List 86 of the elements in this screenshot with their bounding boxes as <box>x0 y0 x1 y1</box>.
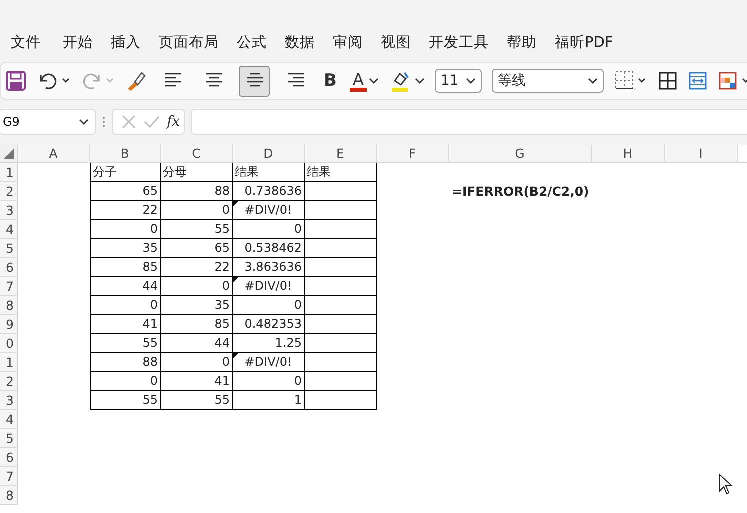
menu-tab[interactable]: 插入 <box>111 32 141 52</box>
more-icon <box>102 115 106 129</box>
table-cell: 0 <box>222 203 230 217</box>
table-cell: 22 <box>214 260 230 274</box>
table-cell: 85 <box>142 260 158 274</box>
table-cell: 0 <box>222 355 230 369</box>
menu-tab[interactable]: 视图 <box>381 32 411 52</box>
check-icon[interactable] <box>143 114 161 130</box>
column-header[interactable]: C <box>161 145 233 163</box>
merge-cells-icon[interactable] <box>688 71 708 91</box>
name-box[interactable]: G9 <box>0 109 96 135</box>
table-cell: 88 <box>214 184 230 198</box>
error-indicator-icon[interactable] <box>233 353 239 359</box>
column-header[interactable]: F <box>377 145 449 163</box>
font-size-dropdown[interactable]: 11 <box>434 69 482 93</box>
table-cell: 0 <box>294 222 302 236</box>
table-cell: 44 <box>142 279 158 293</box>
error-indicator-icon[interactable] <box>233 277 239 283</box>
table-cell: 55 <box>142 336 158 350</box>
select-all-icon[interactable] <box>3 148 15 160</box>
grid-icon[interactable] <box>658 71 678 91</box>
borders-icon[interactable] <box>614 70 648 92</box>
save-icon[interactable] <box>5 70 27 92</box>
table-cell: 85 <box>214 317 230 331</box>
caret-icon[interactable] <box>368 77 379 85</box>
table-cell: 3.863636 <box>244 260 302 274</box>
column-header[interactable]: A <box>18 145 90 163</box>
table-cell: 分母 <box>163 164 187 180</box>
table-cell: 0 <box>150 374 158 388</box>
table-cell: 结果 <box>235 164 259 180</box>
menu-tab[interactable]: 帮助 <box>507 32 537 52</box>
table-cell: 0 <box>150 298 158 312</box>
table-cell: 分子 <box>93 164 117 180</box>
table-cell: 88 <box>142 355 158 369</box>
column-header[interactable]: I <box>665 145 738 163</box>
table-cell: 0.482353 <box>244 317 302 331</box>
bold-button[interactable]: B <box>321 71 340 91</box>
table-cell: 55 <box>214 222 230 236</box>
caret-icon[interactable] <box>414 77 425 85</box>
table-cell: 65 <box>214 241 230 255</box>
table-cell: 0.538462 <box>244 241 302 255</box>
menu-tab[interactable]: 审阅 <box>333 32 363 52</box>
caret-icon <box>466 77 476 85</box>
column-header[interactable]: G <box>449 145 592 163</box>
menu-tab[interactable]: 公式 <box>237 32 267 52</box>
table-cell: 35 <box>214 298 230 312</box>
formula-text: =IFERROR(B2/C2,0) <box>452 184 590 199</box>
menu-tab[interactable]: 开始 <box>63 32 93 52</box>
table-cell: 0 <box>150 222 158 236</box>
formula-input[interactable] <box>191 109 747 135</box>
table-cell: 35 <box>142 241 158 255</box>
table-cell: 0 <box>294 374 302 388</box>
caret-icon <box>79 118 89 126</box>
table-cell: 55 <box>142 393 158 407</box>
table-cell: 41 <box>142 317 158 331</box>
align-button[interactable] <box>239 66 270 96</box>
menu-tab[interactable]: 文件 <box>11 32 41 52</box>
table-cell: 0 <box>222 279 230 293</box>
menu-tab[interactable]: 开发工具 <box>429 32 489 52</box>
column-header[interactable]: E <box>305 145 377 163</box>
table-cell: 65 <box>142 184 158 198</box>
table-cell: 0 <box>294 298 302 312</box>
column-header[interactable]: H <box>592 145 665 163</box>
font-name-dropdown[interactable]: 等线 <box>492 69 604 93</box>
column-header[interactable]: D <box>233 145 305 163</box>
menu-tab[interactable]: 福昕PDF <box>555 32 614 52</box>
table-cell: 44 <box>214 336 230 350</box>
column-header[interactable]: B <box>90 145 161 163</box>
caret-icon <box>588 77 598 85</box>
menu-tab[interactable]: 数据 <box>285 32 315 52</box>
table-cell: #DIV/0! <box>244 203 292 217</box>
table-cell: 1.25 <box>275 336 302 350</box>
table-cell: #DIV/0! <box>244 355 292 369</box>
table-cell: 41 <box>214 374 230 388</box>
table-cell: 0.738636 <box>244 184 302 198</box>
error-indicator-icon[interactable] <box>233 201 239 207</box>
insert-function-button[interactable]: fx <box>167 114 180 130</box>
table-cell: 1 <box>294 393 302 407</box>
table-cell: 结果 <box>307 164 331 180</box>
font-color-button[interactable]: A <box>350 70 367 92</box>
table-cell: 55 <box>214 393 230 407</box>
table-style-icon[interactable] <box>718 71 747 91</box>
menu-tab[interactable]: 页面布局 <box>159 32 219 52</box>
table-cell: #DIV/0! <box>244 279 292 293</box>
table-cell: 22 <box>142 203 158 217</box>
cursor-icon <box>719 474 735 496</box>
